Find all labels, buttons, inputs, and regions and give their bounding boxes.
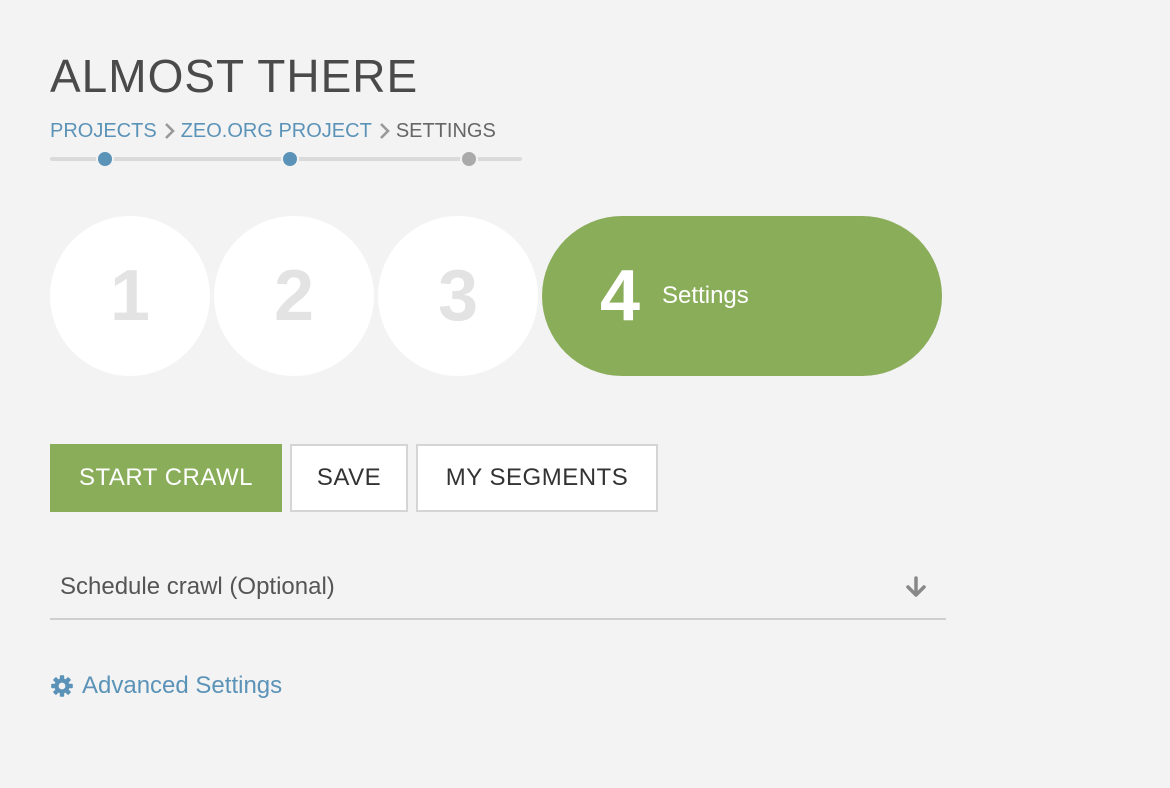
step-number: 4: [600, 256, 641, 336]
settings-page: ALMOST THERE PROJECTS ZEO.ORG PROJECT SE…: [0, 0, 1170, 788]
breadcrumb-current: SETTINGS: [395, 120, 496, 142]
save-button[interactable]: SAVE: [290, 444, 408, 512]
breadcrumb: PROJECTS ZEO.ORG PROJECT SETTINGS: [50, 118, 496, 144]
step-number: 3: [437, 256, 479, 336]
advanced-settings-link[interactable]: Advanced Settings: [50, 672, 282, 700]
start-crawl-button[interactable]: START CRAWL: [50, 444, 282, 512]
schedule-crawl-dropdown[interactable]: Schedule crawl (Optional): [50, 556, 946, 620]
step-3[interactable]: 3: [378, 216, 538, 376]
chevron-right-icon: [157, 122, 181, 140]
advanced-settings-label: Advanced Settings: [82, 672, 283, 699]
step-number: 1: [109, 256, 151, 336]
progress-dot-complete: [96, 150, 114, 168]
schedule-crawl-label: Schedule crawl (Optional): [60, 573, 335, 600]
step-2[interactable]: 2: [214, 216, 374, 376]
gear-icon: [50, 674, 74, 698]
step-4-active: 4 Settings: [542, 216, 942, 376]
breadcrumb-project[interactable]: ZEO.ORG PROJECT: [181, 118, 372, 144]
step-1[interactable]: 1: [50, 216, 210, 376]
step-progress-bar: [50, 150, 522, 168]
step-label: Settings: [662, 282, 749, 309]
my-segments-button[interactable]: MY SEGMENTS: [416, 444, 658, 512]
page-title: ALMOST THERE: [50, 50, 419, 102]
arrow-down-icon: [904, 575, 928, 599]
progress-dot-complete: [281, 150, 299, 168]
chevron-right-icon: [372, 122, 396, 140]
breadcrumb-projects[interactable]: PROJECTS: [50, 118, 157, 144]
progress-dot-current: [460, 150, 478, 168]
step-number: 2: [273, 256, 315, 336]
